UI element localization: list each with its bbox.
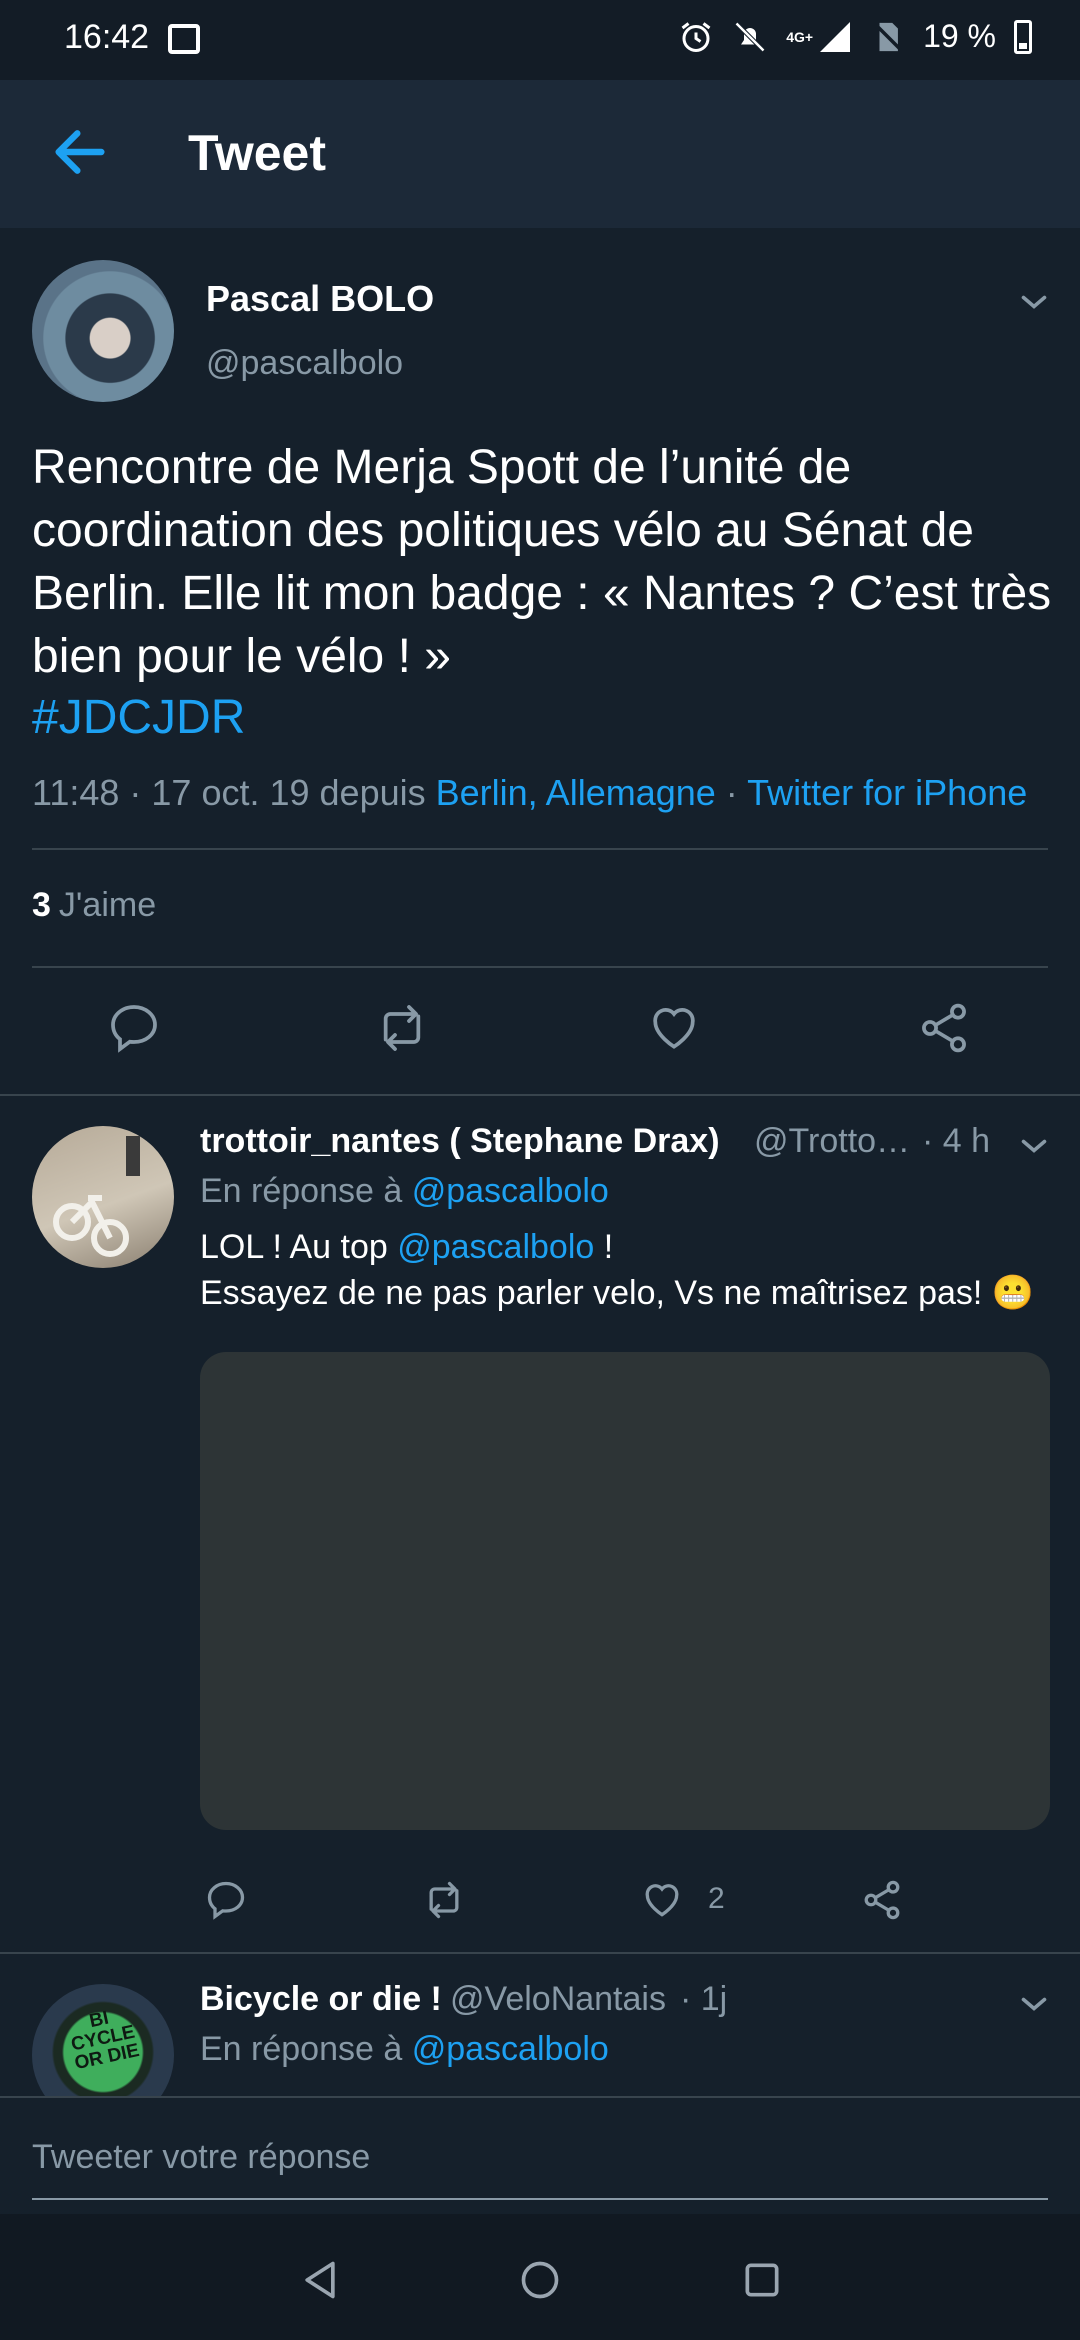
hashtag-link[interactable]: #JDCJDR — [32, 690, 245, 745]
system-nav-bar — [0, 2214, 1080, 2340]
reply-prefix: En réponse à — [200, 2030, 412, 2068]
chevron-down-icon[interactable] — [1016, 1986, 1052, 2022]
nav-home-icon[interactable] — [518, 2258, 562, 2302]
reply-text-part: ! — [594, 1228, 614, 1266]
battery-percent: 19 % — [923, 18, 996, 54]
divider — [0, 1952, 1080, 1954]
media-placeholder[interactable] — [200, 1352, 1050, 1830]
likes-summary[interactable]: 3 J'aime — [32, 886, 156, 925]
chevron-down-icon[interactable] — [1016, 284, 1052, 320]
author-handle[interactable]: @pascalbolo — [206, 344, 403, 383]
status-bar: 16:42 4G+ 19 % — [0, 0, 1080, 80]
nav-back-icon[interactable] — [298, 2258, 342, 2302]
reply-time: · 4 h — [922, 1122, 991, 1160]
tweet-timestamp: 11:48 · 17 oct. 19 depuis — [32, 772, 436, 813]
divider — [32, 966, 1048, 968]
reply-text: LOL ! Au top @pascalbolo ! Essayez de ne… — [200, 1224, 1050, 1316]
network-type: 4G+ — [786, 28, 814, 45]
nav-recents-icon[interactable] — [740, 2258, 784, 2302]
battery-icon — [1014, 19, 1032, 54]
like-icon[interactable] — [646, 1000, 702, 1056]
share-icon[interactable] — [916, 1000, 972, 1056]
like-count: 2 — [708, 1882, 725, 1915]
tweet-text: Rencontre de Merja Spott de l’unité de c… — [32, 441, 1052, 683]
alarm-icon — [681, 21, 711, 52]
client-link[interactable]: Twitter for iPhone — [747, 772, 1027, 813]
meta-separator: · — [715, 772, 748, 813]
app-header: Tweet — [0, 80, 1080, 228]
reply-time: · 1j — [680, 1980, 728, 2018]
signal-icon — [820, 21, 851, 52]
no-sim-icon — [874, 22, 903, 51]
reply-to-link[interactable]: @pascalbolo — [412, 2030, 609, 2068]
author-name[interactable]: Pascal BOLO — [206, 278, 434, 320]
avatar[interactable] — [32, 1126, 174, 1268]
reply-author-name[interactable]: trottoir_nantes ( Stephane Drax) — [200, 1122, 720, 1161]
avatar-logo-text: BI CYCLE OR DIE — [69, 2007, 142, 2075]
input-underline — [32, 2198, 1048, 2200]
likes-label: J'aime — [58, 886, 157, 924]
reply-prefix: En réponse à — [200, 1172, 412, 1210]
retweet-icon[interactable] — [374, 1000, 430, 1056]
tweet-meta: 11:48 · 17 oct. 19 depuis Berlin, Allema… — [32, 772, 1062, 814]
divider — [0, 1094, 1080, 1096]
arrow-left-icon[interactable] — [48, 120, 112, 184]
reply-context: En réponse à @pascalbolo — [200, 2030, 609, 2069]
reply-icon[interactable] — [106, 1000, 162, 1056]
divider — [32, 848, 1048, 850]
reply-text-part: LOL ! Au top — [200, 1228, 398, 1266]
reply-to-link[interactable]: @pascalbolo — [412, 1172, 609, 1210]
reply-context: En réponse à @pascalbolo — [200, 1172, 609, 1211]
reply-author-handle[interactable]: @VeloNantais — [450, 1980, 666, 2019]
reply-author-name[interactable]: Bicycle or die ! — [200, 1980, 442, 2019]
mention-link[interactable]: @pascalbolo — [397, 1228, 594, 1266]
likes-count: 3 — [32, 886, 51, 924]
chevron-down-icon[interactable] — [1016, 1128, 1052, 1164]
image-icon — [168, 24, 200, 54]
reply-author-handle[interactable]: @Trotto… — [754, 1122, 910, 1161]
status-time: 16:42 — [64, 18, 150, 56]
location-link[interactable]: Berlin, Allemagne — [436, 772, 716, 813]
like-icon[interactable] — [640, 1878, 684, 1922]
bicycle-lane-icon — [53, 1136, 140, 1257]
reply-text-line: Essayez de ne pas parler velo, Vs ne maî… — [200, 1274, 1035, 1312]
retweet-icon[interactable] — [422, 1878, 466, 1922]
share-icon[interactable] — [860, 1878, 904, 1922]
reply-input[interactable]: Tweeter votre réponse — [32, 2138, 370, 2177]
bell-off-icon — [735, 21, 766, 52]
status-icons: 4G+ 19 % — [678, 18, 1032, 55]
avatar[interactable] — [32, 260, 174, 402]
reply-icon[interactable] — [204, 1878, 248, 1922]
page-title: Tweet — [188, 125, 326, 181]
reply-composer: Tweeter votre réponse — [0, 2096, 1080, 2214]
